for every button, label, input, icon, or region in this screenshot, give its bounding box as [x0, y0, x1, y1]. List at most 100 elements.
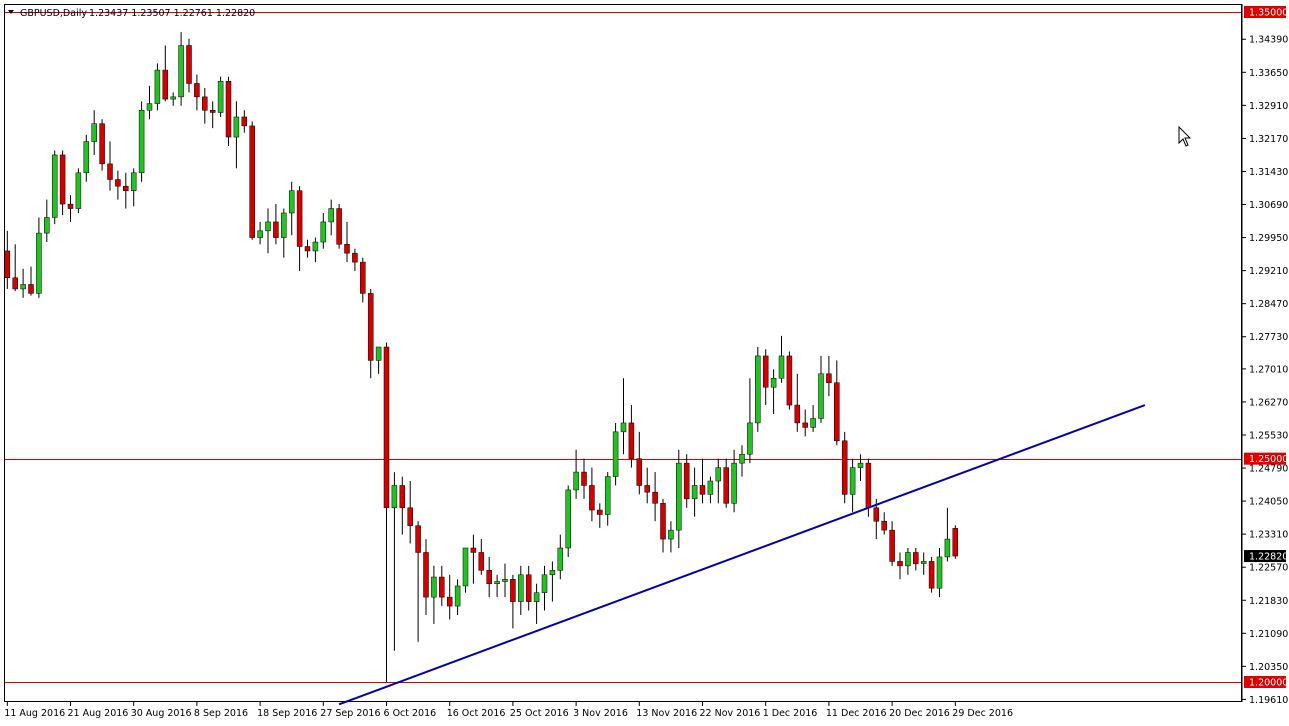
- candle-body: [296, 190, 303, 247]
- x-tick-label: 13 Nov 2016: [636, 708, 697, 719]
- candle-body: [130, 172, 137, 191]
- candle-body: [162, 69, 169, 100]
- candle-body: [123, 185, 129, 191]
- candle-body: [857, 462, 864, 468]
- candle-body: [834, 382, 840, 442]
- candle-body: [344, 244, 350, 254]
- y-tick-label: 1.24790: [1249, 464, 1288, 475]
- candle-body: [273, 221, 279, 238]
- candle: [217, 76, 224, 117]
- y-axis-ticks: 1.34390 1.33650 1.32910 1.32170 1.31430 1.306…: [1242, 35, 1288, 706]
- y-tick-label: 1.22570: [1249, 563, 1288, 574]
- y-tick-label: 1.31430: [1249, 167, 1288, 178]
- candle-body: [99, 123, 105, 165]
- candle-body: [265, 221, 271, 232]
- y-tick-label: 1.19610: [1249, 695, 1288, 706]
- candle-body: [589, 485, 595, 511]
- candle-body: [241, 116, 248, 127]
- candle-body: [565, 489, 571, 549]
- x-tick-label: 21 Aug 2016: [68, 708, 129, 719]
- candle: [786, 351, 793, 410]
- candle: [51, 150, 58, 225]
- candle-body: [249, 125, 255, 238]
- candle-body: [146, 103, 153, 111]
- candle-body: [557, 547, 564, 571]
- x-axis-ticks: 11 Aug 2016 21 Aug 2016 30 Aug 2016 8 Sep 2…: [4, 702, 1013, 719]
- chart-svg: 1.34390 1.33650 1.32910 1.32170 1.31430 1.306…: [4, 4, 1288, 719]
- candle-body: [170, 96, 176, 100]
- candle-body: [747, 422, 753, 455]
- candle: [225, 76, 232, 146]
- y-tick-label: 1.27010: [1249, 364, 1288, 375]
- candle-body: [75, 172, 82, 209]
- x-tick-label: 20 Dec 2016: [889, 708, 950, 719]
- candle-body: [225, 80, 232, 138]
- candle-body: [755, 355, 761, 424]
- candle-body: [36, 232, 42, 294]
- candle-body: [794, 404, 801, 424]
- candle-body: [431, 576, 437, 598]
- candle-body: [233, 116, 240, 138]
- x-tick-label: 27 Sep 2016: [320, 708, 380, 719]
- x-tick-label: 6 Oct 2016: [384, 708, 437, 719]
- candle-body: [636, 458, 643, 486]
- candle-body: [597, 509, 603, 515]
- y-tick-label: 1.28470: [1249, 299, 1288, 310]
- candle-body: [502, 579, 508, 582]
- candle-body: [423, 552, 429, 598]
- x-tick-label: 3 Nov 2016: [573, 708, 628, 719]
- candle: [462, 547, 469, 593]
- candle-body: [723, 467, 729, 504]
- x-tick-label: 30 Aug 2016: [131, 708, 192, 719]
- candle-body: [12, 277, 18, 290]
- candle-body: [897, 561, 903, 567]
- candle-body: [486, 570, 492, 584]
- candle-body: [312, 241, 319, 252]
- candle-body: [952, 528, 959, 557]
- candle-body: [20, 284, 26, 290]
- candle-body: [439, 576, 445, 598]
- candle-body: [115, 179, 121, 187]
- candle-body: [4, 250, 11, 279]
- hline-price-tag: 1.35000: [1249, 8, 1288, 19]
- candle: [249, 121, 255, 240]
- candle-body: [51, 154, 58, 218]
- candle-body: [936, 556, 943, 589]
- candle-body: [462, 547, 469, 587]
- x-tick-label: 25 Oct 2016: [510, 708, 569, 719]
- candle-body: [849, 467, 856, 495]
- x-tick-label: 16 Oct 2016: [447, 708, 506, 719]
- price-chart: 1.34390 1.33650 1.32910 1.32170 1.31430 1.306…: [0, 0, 1289, 726]
- candle-body: [107, 163, 113, 180]
- x-tick-label: 11 Dec 2016: [826, 708, 887, 719]
- candle-body: [186, 45, 192, 84]
- hline-price-tag: 1.25000: [1249, 454, 1288, 465]
- candle-body: [739, 453, 745, 464]
- candle-body: [320, 221, 327, 243]
- candle-body: [715, 467, 722, 482]
- candle-body: [304, 246, 311, 252]
- candle-body: [683, 462, 690, 500]
- y-tick-label: 1.20350: [1249, 662, 1288, 673]
- y-tick-label: 1.29210: [1249, 266, 1288, 277]
- y-tick-label: 1.21090: [1249, 629, 1288, 640]
- candle-body: [691, 485, 698, 500]
- candle-body: [802, 422, 808, 428]
- candle-body: [920, 561, 927, 564]
- candle: [841, 431, 848, 504]
- candle: [928, 556, 935, 593]
- candle-body: [446, 596, 453, 607]
- candle: [565, 485, 571, 557]
- candle: [154, 63, 161, 111]
- x-tick-label: 22 Nov 2016: [700, 708, 761, 719]
- candle-body: [202, 96, 208, 111]
- ohlc-label: 1.23437 1.23507 1.22761 1.22820: [89, 8, 255, 19]
- candle-body: [841, 440, 848, 495]
- candle-body: [644, 485, 650, 493]
- candle-body: [541, 574, 548, 593]
- candle-body: [336, 208, 342, 245]
- candle-body: [826, 373, 832, 383]
- candle-body: [573, 471, 579, 491]
- candle-body: [786, 355, 793, 406]
- plot-frame: [4, 4, 1242, 702]
